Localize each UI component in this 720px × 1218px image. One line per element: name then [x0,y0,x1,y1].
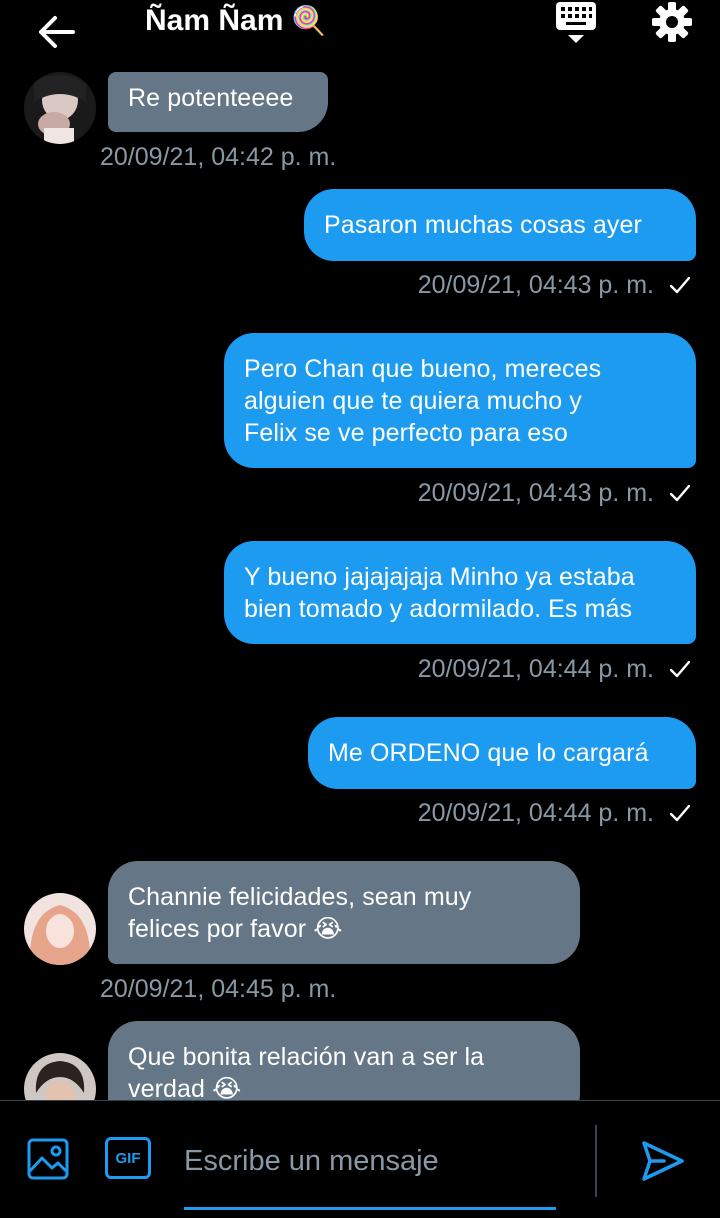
message-text-line: Que bonita relación van a ser la [128,1043,485,1071]
message-composer: GIF [0,1100,720,1218]
message-bubble[interactable]: Channie felicidades, sean muy felices po… [108,861,580,964]
message-timestamp: 20/09/21, 04:43 p. m. [417,479,654,507]
checkmark-icon [669,804,691,822]
message-bubble[interactable]: Re potenteeee [108,72,328,132]
message-timestamp: 20/09/21, 04:45 p. m. [100,975,337,1003]
message-bubble[interactable]: Pero Chan que bueno, mereces alguien que… [224,333,696,468]
arrow-left-icon [39,16,75,48]
conversation-title: Ñam Ñam 🍭 [145,4,326,38]
user-avatar-image [24,893,96,965]
message-list[interactable]: Re potenteeee 20/09/21, 04:42 p. m. Pasa… [0,72,720,1100]
gear-icon [652,2,692,42]
image-icon [27,1138,69,1180]
checkmark-icon [669,276,691,294]
message-text-line: verdad 😭 [128,1075,242,1100]
message-text: Re potenteeee [128,84,294,112]
checkmark-icon [669,484,691,502]
input-underline [184,1207,556,1210]
message-timestamp-row: 20/09/21, 04:44 p. m. [418,654,692,684]
settings-button[interactable] [648,0,696,46]
message-bubble[interactable]: Que bonita relación van a ser la verdad … [108,1021,580,1100]
avatar[interactable] [24,1053,96,1100]
message-timestamp-row: 20/09/21, 04:44 p. m. [418,798,692,828]
message-timestamp: 20/09/21, 04:44 p. m. [417,655,654,683]
keyboard-icon [556,2,596,43]
gif-button[interactable]: GIF [105,1137,151,1179]
message-timestamp-row: 20/09/21, 04:43 p. m. [418,478,692,508]
back-button[interactable] [30,6,82,58]
user-avatar-image [24,72,96,144]
user-avatar-image [24,1053,96,1100]
message-timestamp-row: 20/09/21, 04:43 p. m. [418,270,692,300]
message-text-line: bien tomado y adormilado. Es más [244,595,633,623]
message-text-line: Felix se ve perfecto para eso [244,419,568,447]
keyboard-button[interactable] [552,0,600,46]
message-bubble[interactable]: Pasaron muchas cosas ayer [304,189,696,261]
message-text-line: Y bueno jajajajaja Minho ya estaba [244,563,635,591]
message-timestamp: 20/09/21, 04:42 p. m. [100,143,337,171]
message-input[interactable] [184,1137,556,1185]
send-button[interactable] [640,1139,686,1183]
message-text-line: Pero Chan que bueno, mereces [244,355,602,383]
avatar[interactable] [24,893,96,965]
add-media-button[interactable] [26,1137,70,1181]
avatar[interactable] [24,72,96,144]
send-icon [642,1141,684,1181]
message-text: Pasaron muchas cosas ayer [324,211,642,239]
message-bubble[interactable]: Me ORDENO que lo cargará [308,717,696,789]
checkmark-icon [669,660,691,678]
composer-divider [595,1125,597,1197]
chat-header: Ñam Ñam 🍭 [0,0,720,72]
conversation-title-text: Ñam Ñam [145,4,284,37]
message-text-line: alguien que te quiera mucho y [244,387,582,415]
message-text-line: Channie felicidades, sean muy [128,883,472,911]
message-timestamp: 20/09/21, 04:44 p. m. [417,799,654,827]
message-text: Me ORDENO que lo cargará [328,739,649,767]
message-timestamp: 20/09/21, 04:43 p. m. [417,271,654,299]
lollipop-emoji: 🍭 [291,5,327,36]
message-text-line: felices por favor 😭 [128,915,343,943]
message-bubble[interactable]: Y bueno jajajajaja Minho ya estaba bien … [224,541,696,644]
